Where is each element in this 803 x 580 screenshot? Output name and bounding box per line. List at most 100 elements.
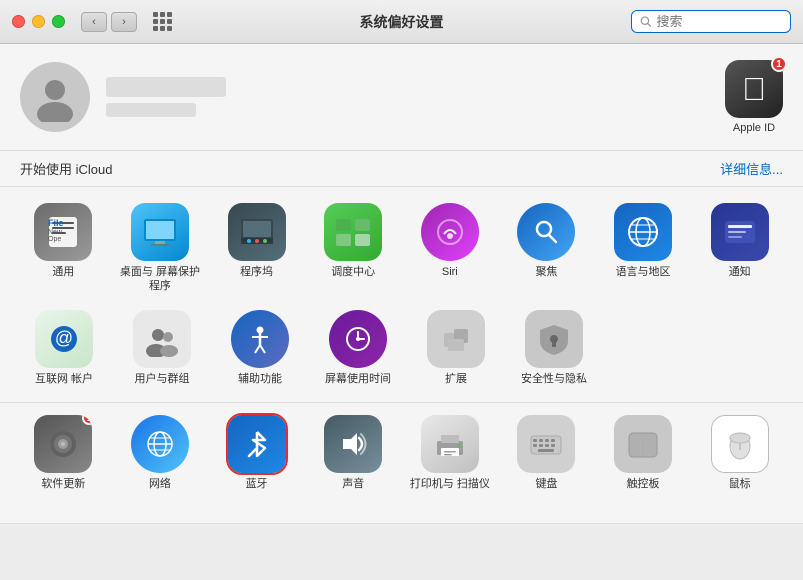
minimize-button[interactable]	[32, 15, 45, 28]
desktop-label: 桌面与 屏幕保护程序	[117, 265, 204, 294]
grid-icon	[153, 12, 172, 31]
extensions-label: 扩展	[445, 372, 467, 386]
internet-label: 互联网 帐户	[35, 372, 93, 386]
general-icon: FileNewOpe	[34, 203, 92, 261]
svg-text:File: File	[48, 218, 64, 228]
notification-icon	[711, 203, 769, 261]
dock-icon	[228, 203, 286, 261]
profile-section:  1 Apple ID	[0, 44, 803, 151]
icloud-detail-link[interactable]: 详细信息...	[720, 159, 783, 178]
apple-logo: 	[742, 73, 766, 105]
software-icon: 1	[34, 415, 92, 473]
close-button[interactable]	[12, 15, 25, 28]
accessibility-label: 辅助功能	[238, 372, 282, 386]
bluetooth-label: 蓝牙	[246, 477, 268, 491]
pref-item-mouse[interactable]: 鼠标	[696, 415, 783, 491]
search-input[interactable]	[656, 14, 782, 29]
notification-label: 通知	[729, 265, 751, 279]
prefs-grid: FileNewOpe 通用 桌面与 屏幕保护程序 程序坞 调度中心 Siri 聚焦 语言与地区…	[0, 187, 803, 523]
pref-item-desktop[interactable]: 桌面与 屏幕保护程序	[117, 203, 204, 294]
missioncontrol-icon	[324, 203, 382, 261]
pref-item-screentime[interactable]: 屏幕使用时间	[314, 310, 402, 386]
search-icon	[640, 15, 651, 28]
pref-item-language[interactable]: 语言与地区	[600, 203, 687, 294]
svg-text:New: New	[48, 229, 63, 236]
language-icon	[614, 203, 672, 261]
traffic-lights	[12, 15, 65, 28]
trackpad-icon	[614, 415, 672, 473]
pref-item-sound[interactable]: 声音	[310, 415, 397, 491]
avatar	[20, 62, 90, 132]
pref-item-bluetooth[interactable]: 蓝牙	[213, 415, 300, 491]
pref-item-security[interactable]: 安全性与隐私	[510, 310, 598, 386]
pref-item-missioncontrol[interactable]: 调度中心	[310, 203, 397, 294]
maximize-button[interactable]	[52, 15, 65, 28]
pref-item-extensions[interactable]: 扩展	[412, 310, 500, 386]
pref-item-siri[interactable]: Siri	[407, 203, 494, 294]
pref-item-spotlight[interactable]: 聚焦	[503, 203, 590, 294]
users-label: 用户与群组	[135, 372, 190, 386]
internet-icon: @	[35, 310, 93, 368]
pref-row-1: @ 互联网 帐户 用户与群组 辅助功能 屏幕使用时间 扩展 安全性与隐私	[20, 310, 783, 386]
language-label: 语言与地区	[616, 265, 671, 279]
spotlight-label: 聚焦	[535, 265, 557, 279]
profile-name	[106, 77, 226, 97]
screentime-label: 屏幕使用时间	[325, 372, 391, 386]
forward-button[interactable]: ›	[111, 12, 137, 32]
general-label: 通用	[52, 265, 74, 279]
nav-buttons: ‹ ›	[81, 12, 137, 32]
screentime-icon	[329, 310, 387, 368]
apple-id-button[interactable]:  1 Apple ID	[725, 60, 783, 134]
siri-icon	[421, 203, 479, 261]
bluetooth-icon	[228, 415, 286, 473]
icloud-banner: 开始使用 iCloud 详细信息...	[0, 151, 803, 187]
window-title: 系统偏好设置	[360, 12, 444, 32]
pref-item-keyboard[interactable]: 键盘	[503, 415, 590, 491]
pref-item-accessibility[interactable]: 辅助功能	[216, 310, 304, 386]
apple-id-icon:  1	[725, 60, 783, 118]
search-box[interactable]	[631, 10, 791, 33]
security-label: 安全性与隐私	[521, 372, 587, 386]
trackpad-label: 触控板	[627, 477, 660, 491]
extensions-icon	[427, 310, 485, 368]
pref-item-internet[interactable]: @ 互联网 帐户	[20, 310, 108, 386]
pref-row-2: 1 软件更新 网络 蓝牙 声音 打印机与 扫描仪键盘触控板 鼠标	[20, 415, 783, 491]
accessibility-icon	[231, 310, 289, 368]
network-label: 网络	[149, 477, 171, 491]
network-icon	[131, 415, 189, 473]
apple-id-label: Apple ID	[733, 122, 775, 134]
pref-row-0: FileNewOpe 通用 桌面与 屏幕保护程序 程序坞 调度中心 Siri 聚焦 语言与地区…	[20, 203, 783, 294]
siri-label: Siri	[442, 265, 458, 279]
back-button[interactable]: ‹	[81, 12, 107, 32]
users-icon	[133, 310, 191, 368]
pref-item-network[interactable]: 网络	[117, 415, 204, 491]
mouse-label: 鼠标	[729, 477, 751, 491]
sound-label: 声音	[342, 477, 364, 491]
pref-item-trackpad[interactable]: 触控板	[600, 415, 687, 491]
software-label: 软件更新	[41, 477, 85, 491]
profile-info	[106, 77, 725, 117]
pref-item-dock[interactable]: 程序坞	[213, 203, 300, 294]
security-icon	[525, 310, 583, 368]
apple-id-badge: 1	[771, 56, 787, 72]
pref-item-software[interactable]: 1 软件更新	[20, 415, 107, 491]
sound-icon	[324, 415, 382, 473]
icloud-promo-text: 开始使用 iCloud	[20, 159, 112, 178]
pref-item-printers[interactable]: 打印机与 扫描仪	[407, 415, 494, 491]
missioncontrol-label: 调度中心	[331, 265, 375, 279]
pref-item-notification[interactable]: 通知	[696, 203, 783, 294]
grid-button[interactable]	[147, 10, 177, 34]
pref-item-users[interactable]: 用户与群组	[118, 310, 206, 386]
titlebar: ‹ › 系统偏好设置	[0, 0, 803, 44]
pref-item-general[interactable]: FileNewOpe 通用	[20, 203, 107, 294]
dock-label: 程序坞	[240, 265, 273, 279]
spotlight-icon	[517, 203, 575, 261]
svg-text:Ope: Ope	[48, 236, 61, 243]
printers-icon	[421, 415, 479, 473]
row-separator	[0, 402, 803, 403]
svg-text:@: @	[55, 328, 73, 348]
avatar-icon	[30, 72, 80, 122]
printers-label: 打印机与 扫描仪	[410, 477, 490, 491]
software-badge: 1	[82, 415, 92, 425]
section-divider	[0, 523, 803, 524]
